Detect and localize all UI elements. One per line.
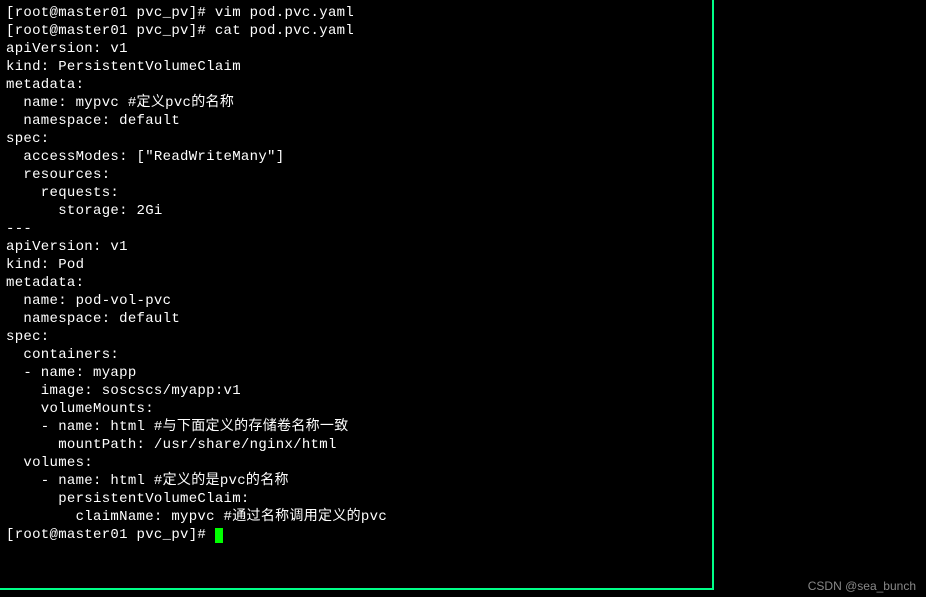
yaml-output-line: volumes: <box>6 454 706 472</box>
yaml-output-line: accessModes: ["ReadWriteMany"] <box>6 148 706 166</box>
command-text: vim pod.pvc.yaml <box>215 5 354 21</box>
yaml-output-line: namespace: default <box>6 112 706 130</box>
yaml-output-line: claimName: mypvc #通过名称调用定义的pvc <box>6 508 706 526</box>
yaml-output-line: - name: myapp <box>6 364 706 382</box>
shell-prompt: [root@master01 pvc_pv]# <box>6 527 215 543</box>
cursor-icon <box>215 528 223 543</box>
yaml-output-line: namespace: default <box>6 310 706 328</box>
terminal-line: [root@master01 pvc_pv]# <box>6 526 706 544</box>
yaml-output-line: spec: <box>6 130 706 148</box>
yaml-output-line: kind: PersistentVolumeClaim <box>6 58 706 76</box>
shell-prompt: [root@master01 pvc_pv]# <box>6 23 215 39</box>
yaml-output-line: volumeMounts: <box>6 400 706 418</box>
yaml-output-line: apiVersion: v1 <box>6 40 706 58</box>
yaml-output-line: - name: html #与下面定义的存储卷名称一致 <box>6 418 706 436</box>
yaml-output-line: requests: <box>6 184 706 202</box>
terminal-left-pane[interactable]: [root@master01 pvc_pv]# vim pod.pvc.yaml… <box>0 0 714 590</box>
watermark-text: CSDN @sea_bunch <box>808 579 916 593</box>
yaml-output-line: containers: <box>6 346 706 364</box>
yaml-output-line: --- <box>6 220 706 238</box>
terminal-container: [root@master01 pvc_pv]# vim pod.pvc.yaml… <box>0 0 926 597</box>
yaml-output-line: metadata: <box>6 274 706 292</box>
terminal-line: [root@master01 pvc_pv]# vim pod.pvc.yaml <box>6 4 706 22</box>
yaml-output-line: - name: html #定义的是pvc的名称 <box>6 472 706 490</box>
yaml-output-line: storage: 2Gi <box>6 202 706 220</box>
shell-prompt: [root@master01 pvc_pv]# <box>6 5 215 21</box>
command-text: cat pod.pvc.yaml <box>215 23 354 39</box>
yaml-output-line: kind: Pod <box>6 256 706 274</box>
yaml-output-line: mountPath: /usr/share/nginx/html <box>6 436 706 454</box>
yaml-output-line: resources: <box>6 166 706 184</box>
yaml-output-line: apiVersion: v1 <box>6 238 706 256</box>
yaml-output-line: spec: <box>6 328 706 346</box>
yaml-output-line: persistentVolumeClaim: <box>6 490 706 508</box>
yaml-output-line: name: mypvc #定义pvc的名称 <box>6 94 706 112</box>
yaml-output-line: image: soscscs/myapp:v1 <box>6 382 706 400</box>
terminal-right-pane[interactable] <box>714 0 926 597</box>
yaml-output-line: metadata: <box>6 76 706 94</box>
yaml-output-line: name: pod-vol-pvc <box>6 292 706 310</box>
terminal-line: [root@master01 pvc_pv]# cat pod.pvc.yaml <box>6 22 706 40</box>
